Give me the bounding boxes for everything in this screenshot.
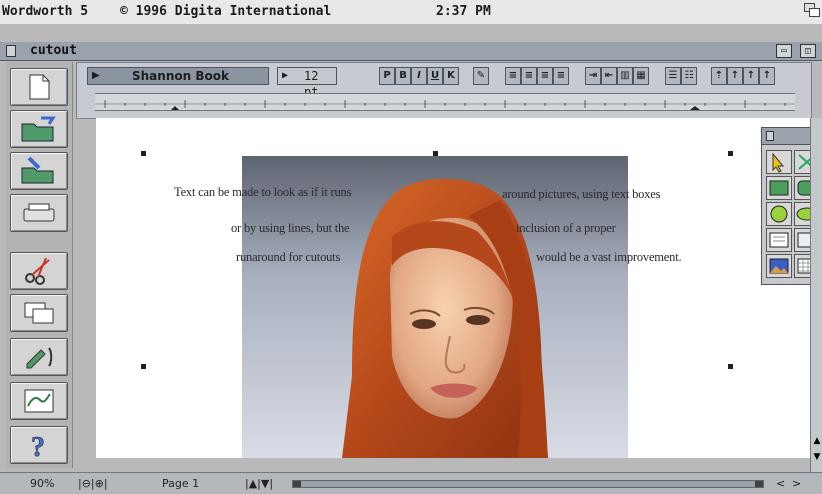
depth-gadget-icon[interactable] (804, 3, 820, 17)
text-line-3-left[interactable]: runaround for cutouts (236, 250, 340, 265)
depth-window-icon[interactable]: ◫ (800, 44, 816, 58)
pen-tool-icon[interactable]: ✎ (473, 67, 489, 85)
page-indicator[interactable]: Page 1 (162, 477, 199, 490)
scissors-icon[interactable] (10, 252, 68, 290)
align-left-icon[interactable]: ≡ (505, 67, 521, 85)
selection-handle[interactable] (728, 364, 733, 369)
indent-icon[interactable]: ⇥ (585, 67, 601, 85)
font-name-label: Shannon Book (132, 69, 229, 83)
close-icon[interactable] (6, 45, 16, 57)
text-line-3-right[interactable]: would be a vast improvement. (536, 250, 682, 265)
size-menu-arrow-icon[interactable]: ▶ (282, 68, 288, 84)
align-right-icon[interactable]: ≡ (537, 67, 553, 85)
line-spacing-icon[interactable]: ☰ (665, 67, 681, 85)
spacing-icon[interactable]: ☷ (681, 67, 697, 85)
bold-button[interactable]: B (395, 67, 411, 85)
frames-icon[interactable] (10, 294, 68, 332)
strike-button[interactable]: K (443, 67, 459, 85)
pen-icon[interactable] (10, 338, 68, 376)
open-folder-icon[interactable] (10, 110, 68, 148)
font-name-field[interactable]: ▶ Shannon Book (87, 67, 269, 85)
palette-close-icon[interactable] (766, 131, 774, 141)
columns-icon[interactable]: ▥ (617, 67, 633, 85)
baseline-icon[interactable]: ↑ (759, 67, 775, 85)
selection-handle[interactable] (141, 151, 146, 156)
ruler[interactable] (95, 93, 795, 111)
document-page[interactable]: Text can be made to look as if it runs a… (96, 118, 822, 458)
scroll-right-icon[interactable]: > (792, 477, 801, 490)
page-nav-icon[interactable]: |▲|▼| (245, 477, 273, 490)
selection-handle[interactable] (728, 151, 733, 156)
horizontal-scrollbar[interactable] (292, 480, 764, 488)
text-line-2-right[interactable]: inclusion of a proper (516, 221, 616, 236)
selection-handle[interactable] (433, 151, 438, 156)
zoom-buttons-icon[interactable]: |⊖|⊕| (78, 477, 108, 490)
align-center-icon[interactable]: ≡ (521, 67, 537, 85)
circle-tool-icon[interactable] (766, 202, 792, 226)
copyright-text: © 1996 Digita International (120, 4, 332, 19)
vertical-scrollbar[interactable]: ▲ ▼ (810, 118, 822, 472)
status-bar: 90% |⊖|⊕| Page 1 |▲|▼| < > (0, 472, 822, 494)
picture-icon[interactable] (10, 382, 68, 420)
image-tool-icon[interactable] (766, 254, 792, 278)
screen-title-bar: Wordworth 5 © 1996 Digita International … (0, 0, 822, 24)
pointer-tool-icon[interactable] (766, 150, 792, 174)
save-folder-icon[interactable] (10, 152, 68, 190)
underline-button[interactable]: U (427, 67, 443, 85)
text-toolbar: ▶ Shannon Book ▶ 12 pt P B I U K ✎ ≡ ≡ ≡… (76, 62, 812, 119)
lower-icon[interactable]: ↑ (743, 67, 759, 85)
plain-style-button[interactable]: P (379, 67, 395, 85)
superscript-icon[interactable]: ⇡ (711, 67, 727, 85)
window-title-bar[interactable]: cutout ▭ ◫ (0, 42, 822, 61)
text-line-1-right[interactable]: around pictures, using text boxes (502, 187, 661, 202)
scroll-up-icon[interactable]: ▲ (812, 436, 822, 450)
scroll-left-icon[interactable]: < (776, 477, 785, 490)
table-icon[interactable]: ▦ (633, 67, 649, 85)
zoom-level[interactable]: 90% (30, 477, 54, 490)
rectangle-tool-icon[interactable] (766, 176, 792, 200)
print-icon[interactable] (10, 194, 68, 232)
scroll-down-icon[interactable]: ▼ (812, 452, 822, 466)
ruler-ticks (95, 100, 795, 110)
toolbox: ? (6, 62, 73, 468)
raise-icon[interactable]: ↑ (727, 67, 743, 85)
justify-icon[interactable]: ≡ (553, 67, 569, 85)
scroll-thumb[interactable] (293, 481, 301, 487)
window-title: cutout (30, 43, 77, 58)
clock: 2:37 PM (436, 4, 491, 19)
outdent-icon[interactable]: ⇤ (601, 67, 617, 85)
text-line-1-left[interactable]: Text can be made to look as if it runs (174, 185, 351, 200)
textbox-tool-icon[interactable] (766, 228, 792, 252)
selection-handle[interactable] (141, 364, 146, 369)
font-menu-arrow-icon[interactable]: ▶ (92, 68, 100, 84)
help-icon[interactable]: ? (10, 426, 68, 464)
zoom-gadget-icon[interactable]: ▭ (776, 44, 792, 58)
font-size-field[interactable]: ▶ 12 pt (277, 67, 337, 99)
new-document-icon[interactable] (10, 68, 68, 106)
svg-text:?: ? (31, 432, 45, 461)
italic-button[interactable]: I (411, 67, 427, 85)
text-line-2-left[interactable]: or by using lines, but the (231, 221, 350, 236)
app-title: Wordworth 5 (2, 4, 89, 19)
scroll-thumb-end[interactable] (755, 481, 763, 487)
